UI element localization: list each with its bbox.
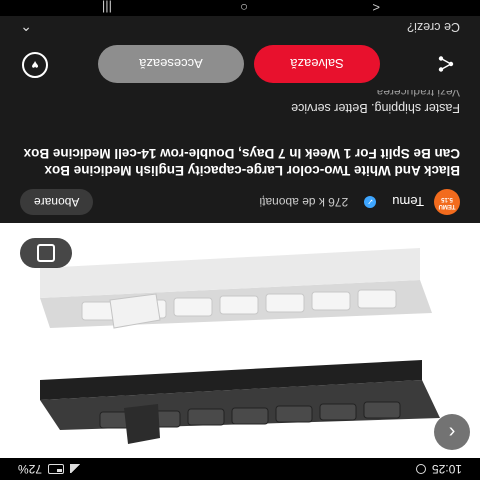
battery-icon	[48, 464, 65, 474]
lens-icon	[37, 244, 55, 262]
white-pill-box	[40, 248, 432, 329]
question-label: Ce crezi?	[407, 20, 460, 34]
subscribe-button[interactable]: Abonare	[20, 189, 94, 215]
action-bar: Salvează Accesează ♥	[0, 38, 480, 90]
channel-name[interactable]: Temu	[392, 195, 424, 210]
verified-icon: ✓	[364, 196, 377, 208]
screen: 10:25 72% ‹ TEMU 5.15 Temu ✓ 276 k de ab…	[0, 0, 480, 480]
video-subtitle: Faster shipping. Better service	[291, 101, 460, 115]
status-bar: 10:25 72%	[0, 458, 480, 480]
battery-label: 72%	[18, 462, 43, 476]
share-icon[interactable]	[434, 52, 458, 76]
video-info: TEMU 5.15 Temu ✓ 276 k de abonați Abonar…	[0, 85, 480, 223]
back-button[interactable]: ‹	[434, 414, 470, 450]
chevron-up-icon[interactable]: ⌄	[20, 19, 32, 36]
access-button[interactable]: Accesează	[98, 45, 244, 83]
home-nav-icon[interactable]: ○	[240, 0, 248, 15]
channel-avatar[interactable]: TEMU 5.15	[434, 189, 460, 215]
channel-row[interactable]: TEMU 5.15 Temu ✓ 276 k de abonați	[259, 189, 460, 215]
lens-button[interactable]	[20, 238, 72, 268]
save-button[interactable]: Salvează	[254, 45, 380, 83]
notification-icon	[415, 464, 426, 474]
video-title[interactable]: Black And White Two-color Large-capacity…	[20, 145, 460, 179]
dark-pill-box	[40, 360, 440, 444]
time-label: 10:25	[431, 462, 462, 476]
signal-icon	[70, 464, 83, 474]
question-row[interactable]: Ce crezi? ⌄	[0, 16, 480, 38]
product-image	[40, 248, 440, 444]
media-viewer[interactable]: ‹	[0, 223, 480, 458]
subscriber-count: 276 k de abonați	[259, 195, 349, 209]
heart-icon[interactable]: ♥	[22, 52, 48, 78]
back-nav-icon[interactable]: <	[372, 0, 380, 15]
navigation-bar: < ○ |||	[0, 0, 480, 16]
chevron-left-icon: ‹	[448, 421, 456, 444]
recents-nav-icon[interactable]: |||	[102, 0, 112, 15]
